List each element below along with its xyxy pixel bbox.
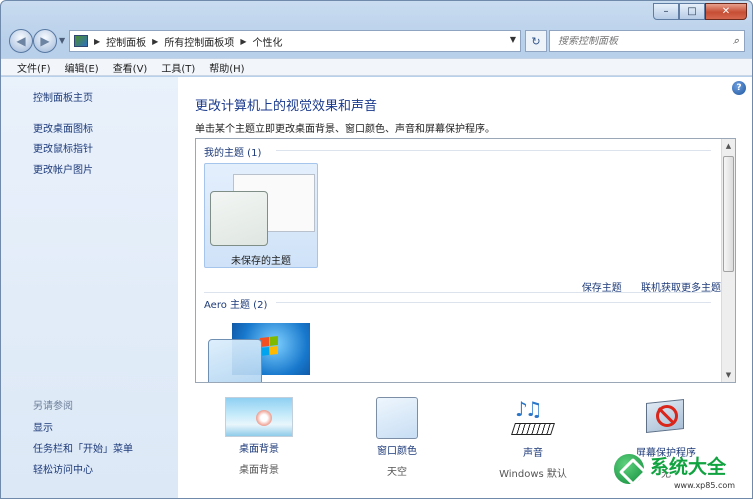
scroll-down-icon[interactable]: ▼ <box>722 368 735 382</box>
window-color-label[interactable]: 窗口颜色 <box>360 442 434 457</box>
theme-preview-window <box>210 191 268 246</box>
theme-name: 未保存的主题 <box>231 256 291 267</box>
theme-tile-unsaved[interactable]: 未保存的主题 <box>204 163 318 268</box>
vertical-scrollbar[interactable]: ▲ ▼ <box>721 139 735 382</box>
window-color-value: 天空 <box>387 467 407 478</box>
menu-view[interactable]: 查看(V) <box>113 60 148 75</box>
maximize-button[interactable]: □ <box>679 3 705 20</box>
control-panel-icon <box>74 35 88 47</box>
music-notes-icon: ♪♫ <box>515 397 543 421</box>
sound-icon: ♪♫ <box>511 397 555 441</box>
ease-of-access-link[interactable]: 轻松访问中心 <box>33 461 93 476</box>
menu-edit[interactable]: 编辑(E) <box>65 60 99 75</box>
main-content: ? 更改计算机上的视觉效果和声音 单击某个主题立即更改桌面背景、窗口颜色、声音和… <box>178 77 752 498</box>
back-button[interactable]: ◀ <box>9 29 33 53</box>
window-color-item[interactable]: 窗口颜色 天空 <box>360 397 434 478</box>
page-title: 更改计算机上的视觉效果和声音 <box>195 99 378 114</box>
search-input[interactable] <box>558 35 718 47</box>
watermark: 系统大全 www.xp85.com <box>612 450 750 496</box>
sound-item[interactable]: ♪♫ 声音 Windows 默认 <box>488 397 578 480</box>
menu-file[interactable]: 文件(F) <box>17 60 51 75</box>
address-dropdown-icon[interactable]: ▼ <box>510 35 516 44</box>
window-color-icon <box>376 397 418 439</box>
screensaver-icon <box>644 397 688 441</box>
search-box[interactable]: ⌕ <box>549 30 745 52</box>
breadcrumb-control-panel[interactable]: 控制面板 <box>106 34 146 49</box>
change-desktop-icons-link[interactable]: 更改桌面图标 <box>33 120 93 135</box>
group-divider <box>276 150 711 151</box>
menu-help[interactable]: 帮助(H) <box>209 60 244 75</box>
theme-list[interactable]: 我的主题 (1) 未保存的主题 保存主题 联机获取更多主题 Aero 主题 (2… <box>195 138 736 383</box>
my-themes-header: 我的主题 (1) <box>204 148 262 159</box>
taskbar-start-menu-link[interactable]: 任务栏和「开始」菜单 <box>33 440 133 455</box>
change-mouse-pointers-link[interactable]: 更改鼠标指针 <box>33 140 93 155</box>
sound-value: Windows 默认 <box>499 469 567 480</box>
refresh-button[interactable]: ↻ <box>525 30 547 52</box>
breadcrumb-personalization[interactable]: 个性化 <box>252 34 282 49</box>
desktop-background-label[interactable]: 桌面背景 <box>222 440 296 455</box>
aero-theme-window-preview <box>208 339 262 382</box>
page-description: 单击某个主题立即更改桌面背景、窗口颜色、声音和屏幕保护程序。 <box>195 124 495 135</box>
breadcrumb-all-items[interactable]: 所有控制面板项 <box>164 34 234 49</box>
sound-label[interactable]: 声音 <box>488 444 578 459</box>
help-icon[interactable]: ? <box>732 81 746 95</box>
watermark-text: 系统大全 <box>650 456 727 478</box>
aero-themes-header: Aero 主题 (2) <box>204 300 268 311</box>
display-link[interactable]: 显示 <box>33 419 53 434</box>
breadcrumb-separator-icon[interactable]: ▶ <box>94 37 100 46</box>
menu-tools[interactable]: 工具(T) <box>161 60 195 75</box>
scrollbar-thumb[interactable] <box>723 156 734 272</box>
task-pane: 控制面板主页 更改桌面图标 更改鼠标指针 更改帐户图片 另请参阅 显示 任务栏和… <box>1 77 178 498</box>
watermark-url: www.xp85.com <box>674 481 736 490</box>
see-also-heading: 另请参阅 <box>33 401 73 412</box>
forward-button[interactable]: ▶ <box>33 29 57 53</box>
desktop-background-item[interactable]: 桌面背景 桌面背景 <box>222 397 296 476</box>
desktop-background-value: 桌面背景 <box>239 465 279 476</box>
recent-pages-dropdown-icon[interactable]: ▼ <box>59 36 65 45</box>
address-bar[interactable]: ▶ 控制面板 ▶ 所有控制面板项 ▶ 个性化 ▼ <box>69 30 521 52</box>
scroll-up-icon[interactable]: ▲ <box>722 139 735 153</box>
change-account-picture-link[interactable]: 更改帐户图片 <box>33 161 93 176</box>
wallpaper-icon <box>225 397 293 437</box>
group-divider <box>276 302 711 303</box>
close-button[interactable]: ✕ <box>705 3 747 20</box>
group-divider <box>204 292 711 293</box>
caption-buttons: – □ ✕ <box>653 3 747 20</box>
control-panel-home-link[interactable]: 控制面板主页 <box>33 89 93 104</box>
menu-bar: 文件(F) 编辑(E) 查看(V) 工具(T) 帮助(H) <box>1 58 752 76</box>
search-icon[interactable]: ⌕ <box>733 34 739 48</box>
keyboard-icon <box>511 423 555 435</box>
prohibited-icon <box>656 405 678 427</box>
navigation-bar: ◀ ▶ ▼ ▶ 控制面板 ▶ 所有控制面板项 ▶ 个性化 ▼ ↻ ⌕ <box>9 28 745 54</box>
breadcrumb-separator-icon[interactable]: ▶ <box>240 37 246 46</box>
windows-logo-icon <box>260 336 278 356</box>
breadcrumb-separator-icon[interactable]: ▶ <box>152 37 158 46</box>
personalization-window: – □ ✕ ◀ ▶ ▼ ▶ 控制面板 ▶ 所有控制面板项 ▶ 个性化 ▼ ↻ ⌕… <box>0 0 753 499</box>
watermark-logo-icon <box>612 452 646 486</box>
minimize-button[interactable]: – <box>653 3 679 20</box>
